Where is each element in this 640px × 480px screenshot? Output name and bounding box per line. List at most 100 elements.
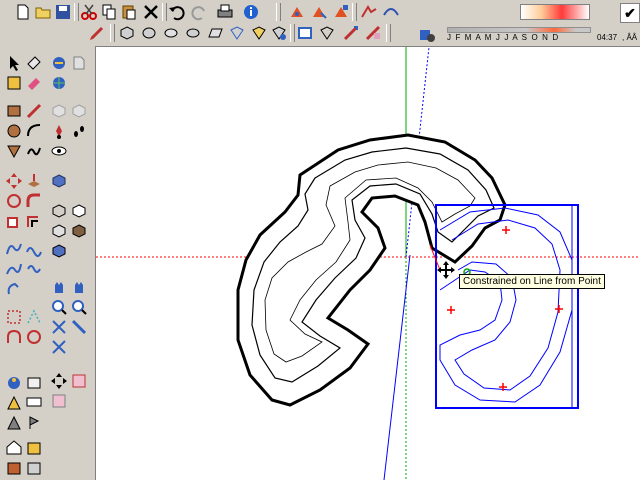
zoom-next-icon[interactable] [50, 338, 68, 356]
box-shaded-icon[interactable] [50, 222, 68, 240]
globe-icon[interactable] [50, 74, 68, 92]
paint-bucket-icon[interactable] [88, 24, 106, 42]
dynamic-components-icon[interactable] [288, 3, 306, 21]
tag-icon[interactable] [5, 414, 23, 432]
component-browser-icon[interactable] [50, 102, 68, 120]
move-icon[interactable] [5, 172, 23, 190]
model-canvas[interactable] [96, 47, 640, 480]
cut-icon[interactable] [80, 3, 98, 21]
paste-icon[interactable] [120, 3, 138, 21]
pan-icon[interactable] [50, 278, 68, 296]
axes-icon[interactable] [5, 280, 23, 298]
label-icon[interactable] [25, 394, 43, 412]
texture-tweaker-icon[interactable] [70, 372, 88, 390]
copy-icon[interactable] [100, 3, 118, 21]
top-view-icon[interactable] [140, 24, 158, 42]
sandbox-tool-icon[interactable] [360, 3, 378, 21]
open-folder-icon[interactable] [34, 3, 52, 21]
print-icon[interactable] [216, 3, 234, 21]
sandbox-smoove-icon[interactable] [382, 3, 400, 21]
look-eye-icon[interactable] [50, 142, 68, 160]
toolbar-separator [162, 3, 167, 21]
left-view-icon[interactable] [228, 24, 246, 42]
front-view-icon[interactable] [162, 24, 180, 42]
tape-measure-icon[interactable] [5, 240, 23, 258]
toolbar-separator [386, 24, 391, 42]
offset-icon[interactable] [25, 212, 43, 230]
select-icon[interactable] [5, 54, 23, 72]
component-attributes-icon[interactable] [332, 3, 350, 21]
erase-icon[interactable] [142, 3, 160, 21]
rotate-icon[interactable] [5, 192, 23, 210]
make-component-icon[interactable] [5, 74, 23, 92]
section-circle-icon[interactable] [25, 328, 43, 346]
back-view-icon[interactable] [206, 24, 224, 42]
save-icon[interactable] [54, 3, 72, 21]
box-monochrome-icon[interactable] [50, 242, 68, 260]
warehouse-icon[interactable] [25, 438, 43, 456]
protractor-icon[interactable] [25, 240, 43, 258]
flag-icon[interactable] [25, 414, 43, 432]
section-display-icon[interactable] [364, 24, 382, 42]
home-icon[interactable] [5, 438, 23, 456]
redo-icon[interactable] [190, 3, 208, 21]
zoom-icon[interactable] [50, 298, 68, 316]
box-textured-icon[interactable] [70, 222, 88, 240]
shadow-settings-icon[interactable] [418, 26, 436, 44]
zoom-extents-icon[interactable] [250, 24, 268, 42]
push-pull-icon[interactable] [25, 172, 43, 190]
zoom-previous-icon[interactable] [70, 318, 88, 336]
right-view-icon[interactable] [184, 24, 202, 42]
get-models-icon[interactable] [25, 458, 43, 476]
cube-view-icon[interactable] [50, 54, 68, 72]
hand-icon[interactable] [70, 278, 88, 296]
sheet-icon[interactable] [70, 54, 88, 72]
circle-icon[interactable] [5, 122, 23, 140]
model-info-icon[interactable] [242, 3, 260, 21]
follow-me-icon[interactable] [25, 192, 43, 210]
rectangle-icon[interactable] [5, 102, 23, 120]
footprints-icon[interactable] [70, 122, 88, 140]
toolbar-separator [290, 24, 295, 42]
box-wire-icon[interactable] [50, 202, 68, 220]
look-around-icon[interactable] [25, 374, 43, 392]
share-model-icon[interactable] [5, 458, 23, 476]
zoom-window-icon[interactable] [70, 298, 88, 316]
eraser-icon[interactable] [25, 54, 43, 72]
line-icon[interactable] [25, 102, 43, 120]
section-points-icon[interactable] [25, 308, 43, 326]
section-plane-icon[interactable] [342, 24, 360, 42]
new-file-icon[interactable] [14, 3, 32, 21]
xray-icon[interactable] [296, 24, 314, 42]
text-icon[interactable] [25, 260, 43, 278]
component-options-icon[interactable] [310, 3, 328, 21]
scale-icon[interactable] [5, 212, 23, 230]
shadow-settings-slider[interactable] [520, 4, 590, 20]
shadow-time: 04:37 [597, 33, 618, 42]
toolbar-separator [276, 3, 281, 21]
zoom-extents-tool-icon[interactable] [50, 318, 68, 336]
walk-icon[interactable] [5, 374, 23, 392]
undo-icon[interactable] [168, 3, 186, 21]
arc-icon[interactable] [25, 122, 43, 140]
orbit-icon[interactable] [50, 122, 68, 140]
box-hidden-icon[interactable] [70, 202, 88, 220]
outliner-icon[interactable] [70, 102, 88, 120]
section-arc-icon[interactable] [5, 328, 23, 346]
section-grid-icon[interactable] [5, 308, 23, 326]
position-texture-icon[interactable] [50, 372, 68, 390]
texture-projection-icon[interactable] [50, 392, 68, 410]
iso-view-icon[interactable] [118, 24, 136, 42]
previous-view-icon[interactable] [270, 24, 288, 42]
move-cursor-icon [437, 261, 455, 279]
dimension-icon[interactable] [5, 260, 23, 278]
toolbar-separator [352, 3, 357, 21]
solid-union-icon[interactable] [50, 172, 68, 190]
drawing-viewport[interactable] [96, 47, 640, 480]
paint-icon[interactable] [25, 74, 43, 92]
position-camera-icon[interactable] [5, 394, 23, 412]
polygon-icon[interactable] [5, 142, 23, 160]
freehand-icon[interactable] [25, 142, 43, 160]
wireframe-icon[interactable] [318, 24, 336, 42]
display-shadows-checkbox[interactable]: ✔ [620, 3, 640, 23]
